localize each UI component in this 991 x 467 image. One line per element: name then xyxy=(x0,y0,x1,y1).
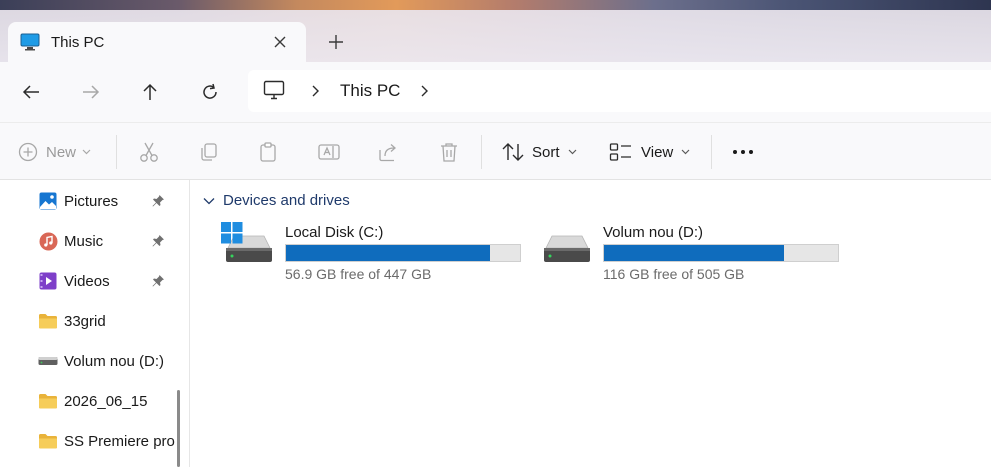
more-icon xyxy=(733,150,753,154)
group-header-label: Devices and drives xyxy=(223,192,350,209)
trash-icon xyxy=(441,143,457,162)
arrow-left-icon xyxy=(22,85,39,99)
chevron-down-icon xyxy=(681,149,690,155)
folder-icon xyxy=(38,431,58,451)
sidebar-item-label: Videos xyxy=(64,272,110,290)
drive-usage-fill xyxy=(286,245,491,261)
drive-usage-bar xyxy=(603,244,839,262)
arrow-up-icon xyxy=(143,83,157,100)
windows-logo-icon xyxy=(221,222,243,247)
sidebar-scrollbar[interactable] xyxy=(177,390,180,467)
cut-button[interactable] xyxy=(138,123,160,181)
view-button[interactable]: View xyxy=(609,123,690,181)
arrow-right-icon xyxy=(83,85,100,99)
pin-icon xyxy=(151,274,165,288)
chevron-down-icon xyxy=(203,197,215,204)
navigation-bar: This PC xyxy=(0,62,991,122)
new-button[interactable]: New xyxy=(18,123,91,181)
sidebar-item[interactable]: 2026_06_15 xyxy=(38,388,178,414)
separator xyxy=(711,135,712,169)
computer-icon xyxy=(263,80,287,102)
sidebar-item-label: Pictures xyxy=(64,192,119,210)
address-bar[interactable]: This PC xyxy=(248,70,991,112)
folder-icon xyxy=(38,391,58,411)
close-icon[interactable] xyxy=(270,32,290,52)
rename-button[interactable] xyxy=(317,123,341,181)
drive-icon xyxy=(38,351,58,371)
pin-icon xyxy=(151,234,165,248)
command-bar: New Sort View xyxy=(0,122,991,180)
pin-icon xyxy=(152,195,164,207)
up-button[interactable] xyxy=(137,79,163,105)
copy-button[interactable] xyxy=(198,123,220,181)
tab-title: This PC xyxy=(51,33,105,51)
share-button[interactable] xyxy=(377,123,399,181)
breadcrumb-this-pc[interactable]: This PC xyxy=(340,81,400,101)
content-area: Devices and drives Local Disk (C:) 56.9 G… xyxy=(191,180,991,467)
pin-icon xyxy=(152,275,164,287)
pictures-icon xyxy=(38,191,58,211)
view-icon xyxy=(609,143,631,161)
refresh-icon xyxy=(203,83,217,99)
plus-icon xyxy=(329,35,343,49)
group-header-devices[interactable]: Devices and drives xyxy=(203,192,350,209)
chevron-down-icon xyxy=(82,149,91,155)
drive-usage-fill xyxy=(604,245,785,261)
separator xyxy=(481,135,482,169)
sidebar-item-label: Music xyxy=(64,232,104,250)
chevron-down-icon xyxy=(568,149,576,155)
paste-button[interactable] xyxy=(257,123,279,181)
drive-tile[interactable]: Local Disk (C:) 56.9 GB free of 447 GB xyxy=(221,222,531,282)
forward-button[interactable] xyxy=(78,79,104,105)
sidebar-item-label: SS Premiere pro xyxy=(64,432,175,450)
delete-button[interactable] xyxy=(438,123,460,181)
sidebar-item-label: Volum nou (D:) xyxy=(64,352,165,370)
drive-name: Local Disk (C:) xyxy=(285,224,384,241)
pin-icon xyxy=(152,235,164,247)
music-icon xyxy=(38,231,58,251)
chevron-right-icon[interactable] xyxy=(417,84,431,98)
pin-icon xyxy=(151,194,165,208)
drive-tile[interactable]: Volum nou (D:) 116 GB free of 505 GB xyxy=(539,222,849,282)
sort-button[interactable]: Sort xyxy=(502,123,577,181)
share-icon xyxy=(379,144,396,162)
drive-free-space: 116 GB free of 505 GB xyxy=(603,266,745,282)
add-circle-icon xyxy=(18,142,38,162)
clipboard-icon xyxy=(260,142,276,162)
back-button[interactable] xyxy=(18,79,44,105)
hard-drive-icon xyxy=(539,222,597,270)
scissors-icon xyxy=(140,142,158,162)
sidebar-item[interactable]: Volum nou (D:) xyxy=(38,348,178,374)
sidebar-item-label: 33grid xyxy=(64,312,106,330)
sidebar-item[interactable]: 33grid xyxy=(38,308,178,334)
drive-free-space: 56.9 GB free of 447 GB xyxy=(285,266,432,282)
tab-this-pc[interactable]: This PC xyxy=(8,22,306,62)
drive-name: Volum nou (D:) xyxy=(603,224,704,241)
rename-icon xyxy=(318,144,340,160)
monitor-icon xyxy=(20,32,40,52)
refresh-button[interactable] xyxy=(197,79,223,105)
copy-icon xyxy=(201,143,217,161)
sort-label: Sort xyxy=(532,143,560,161)
sidebar-item[interactable]: SS Premiere pro xyxy=(38,428,178,454)
hard-drive-icon xyxy=(221,222,279,270)
sort-icon xyxy=(502,143,524,161)
more-options-button[interactable] xyxy=(732,123,754,181)
windows-logo-icon xyxy=(221,222,243,244)
videos-icon xyxy=(38,271,58,291)
drive-usage-bar xyxy=(285,244,521,262)
sidebar-item-label: 2026_06_15 xyxy=(64,392,148,410)
folder-icon xyxy=(38,311,58,331)
chevron-right-icon[interactable] xyxy=(308,84,322,98)
new-label: New xyxy=(46,143,77,161)
separator xyxy=(116,135,117,169)
view-label: View xyxy=(641,143,674,161)
new-tab-button[interactable] xyxy=(324,30,348,54)
